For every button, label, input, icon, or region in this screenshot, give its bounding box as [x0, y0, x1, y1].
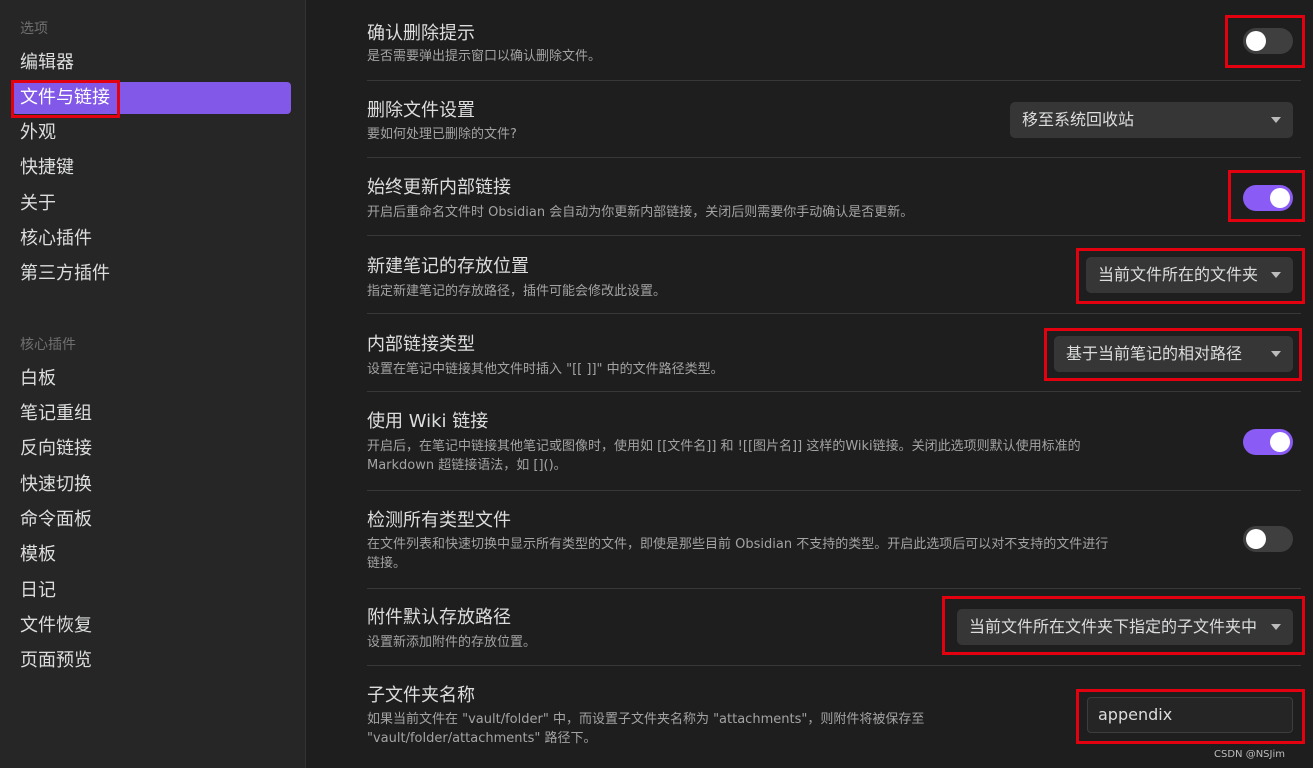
dropdown-value: 当前文件所在的文件夹: [1098, 265, 1259, 284]
chevron-down-icon: [1271, 624, 1281, 630]
sidebar-item-backlinks[interactable]: 反向链接: [12, 433, 291, 465]
dropdown-value: 基于当前笔记的相对路径: [1066, 344, 1243, 363]
setting-confirm-delete: 确认删除提示 是否需要弹出提示窗口以确认删除文件。: [367, 0, 1301, 81]
setting-delete-files: 删除文件设置 要如何处理已删除的文件? 移至系统回收站: [367, 81, 1301, 158]
setting-description-line1: 在文件列表和快速切换中显示所有类型的文件，即使是那些目前 Obsidian 不支…: [367, 537, 1109, 552]
sidebar-item-file-recovery[interactable]: 文件恢复: [12, 610, 291, 642]
sidebar-item-editor[interactable]: 编辑器: [12, 47, 291, 79]
setting-description: 是否需要弹出提示窗口以确认删除文件。: [367, 49, 602, 64]
sidebar-item-files-links[interactable]: 文件与链接: [12, 82, 291, 114]
detect-all-types-toggle[interactable]: [1243, 526, 1293, 552]
subfolder-name-input[interactable]: appendix: [1087, 697, 1293, 733]
setting-title: 附件默认存放路径: [367, 607, 511, 628]
setting-description-line1: 开启后，在笔记中链接其他笔记或图像时，使用如 [[文件名]] 和 ![[图片名]…: [367, 439, 1081, 454]
core-plugins-heading: 核心插件: [20, 337, 76, 353]
wiki-links-toggle[interactable]: [1243, 429, 1293, 455]
toggle-knob: [1270, 432, 1290, 452]
setting-detect-all-types: 检测所有类型文件 在文件列表和快速切换中显示所有类型的文件，即使是那些目前 Ob…: [367, 491, 1301, 589]
watermark: CSDN @NSJim: [1214, 749, 1285, 760]
confirm-delete-toggle[interactable]: [1243, 28, 1293, 54]
sidebar-item-note-composer[interactable]: 笔记重组: [12, 398, 291, 430]
setting-title: 删除文件设置: [367, 100, 475, 121]
setting-description-line2: "vault/folder/attachments" 路径下。: [367, 731, 597, 746]
setting-description: 设置新添加附件的存放位置。: [367, 635, 537, 650]
setting-subfolder-name: 子文件夹名称 如果当前文件在 "vault/folder" 中，而设置子文件夹名…: [367, 666, 1301, 766]
setting-description: 要如何处理已删除的文件?: [367, 127, 517, 142]
setting-attachment-location: 附件默认存放路径 设置新添加附件的存放位置。 当前文件所在文件夹下指定的子文件夹…: [367, 589, 1301, 666]
setting-title: 使用 Wiki 链接: [367, 411, 489, 432]
setting-description: 指定新建笔记的存放路径，插件可能会修改此设置。: [367, 284, 667, 299]
setting-title: 检测所有类型文件: [367, 510, 511, 531]
chevron-down-icon: [1271, 117, 1281, 123]
setting-description-line1: 如果当前文件在 "vault/folder" 中，而设置子文件夹名称为 "att…: [367, 712, 925, 727]
options-heading: 选项: [20, 21, 48, 37]
toggle-knob: [1246, 529, 1266, 549]
sidebar-item-canvas[interactable]: 白板: [12, 363, 291, 395]
setting-title: 内部链接类型: [367, 334, 475, 355]
new-note-location-dropdown[interactable]: 当前文件所在的文件夹: [1086, 257, 1293, 293]
settings-content: 确认删除提示 是否需要弹出提示窗口以确认删除文件。 删除文件设置 要如何处理已删…: [307, 0, 1313, 768]
toggle-knob: [1270, 188, 1290, 208]
setting-title: 始终更新内部链接: [367, 177, 511, 198]
link-format-dropdown[interactable]: 基于当前笔记的相对路径: [1054, 336, 1293, 372]
sidebar-item-page-preview[interactable]: 页面预览: [12, 645, 291, 677]
chevron-down-icon: [1271, 272, 1281, 278]
chevron-down-icon: [1271, 351, 1281, 357]
setting-auto-update-links: 始终更新内部链接 开启后重命名文件时 Obsidian 会自动为你更新内部链接，…: [367, 158, 1301, 236]
setting-description-line2: Markdown 超链接语法，如 []()。: [367, 458, 567, 473]
attachment-location-dropdown[interactable]: 当前文件所在文件夹下指定的子文件夹中: [957, 609, 1293, 645]
setting-wiki-links: 使用 Wiki 链接 开启后，在笔记中链接其他笔记或图像时，使用如 [[文件名]…: [367, 392, 1301, 491]
setting-description-line2: 链接。: [367, 556, 407, 571]
setting-description: 设置在笔记中链接其他文件时插入 "[[ ]]" 中的文件路径类型。: [367, 362, 724, 377]
setting-new-note-location: 新建笔记的存放位置 指定新建笔记的存放路径，插件可能会修改此设置。 当前文件所在…: [367, 236, 1301, 314]
setting-title: 新建笔记的存放位置: [367, 256, 529, 277]
delete-files-dropdown[interactable]: 移至系统回收站: [1010, 102, 1293, 138]
sidebar-item-appearance[interactable]: 外观: [12, 117, 291, 149]
settings-sidebar: 选项 编辑器 文件与链接 外观 快捷键 关于 核心插件 第三方插件 核心插件 白…: [0, 0, 306, 768]
setting-title: 确认删除提示: [367, 23, 475, 44]
dropdown-value: 当前文件所在文件夹下指定的子文件夹中: [969, 617, 1258, 636]
sidebar-item-hotkeys[interactable]: 快捷键: [12, 152, 291, 184]
sidebar-item-community-plugins[interactable]: 第三方插件: [12, 258, 291, 290]
setting-description: 开启后重命名文件时 Obsidian 会自动为你更新内部链接，关闭后则需要你手动…: [367, 205, 914, 220]
sidebar-item-about[interactable]: 关于: [12, 188, 291, 220]
dropdown-value: 移至系统回收站: [1022, 110, 1135, 129]
sidebar-item-templates[interactable]: 模板: [12, 539, 291, 571]
sidebar-item-quick-switcher[interactable]: 快速切换: [12, 469, 291, 501]
sidebar-item-core-plugins[interactable]: 核心插件: [12, 223, 291, 255]
auto-update-links-toggle[interactable]: [1243, 185, 1293, 211]
setting-title: 子文件夹名称: [367, 685, 475, 706]
sidebar-item-command-palette[interactable]: 命令面板: [12, 504, 291, 536]
sidebar-item-daily-notes[interactable]: 日记: [12, 575, 291, 607]
toggle-knob: [1246, 31, 1266, 51]
setting-link-format: 内部链接类型 设置在笔记中链接其他文件时插入 "[[ ]]" 中的文件路径类型。…: [367, 314, 1301, 392]
